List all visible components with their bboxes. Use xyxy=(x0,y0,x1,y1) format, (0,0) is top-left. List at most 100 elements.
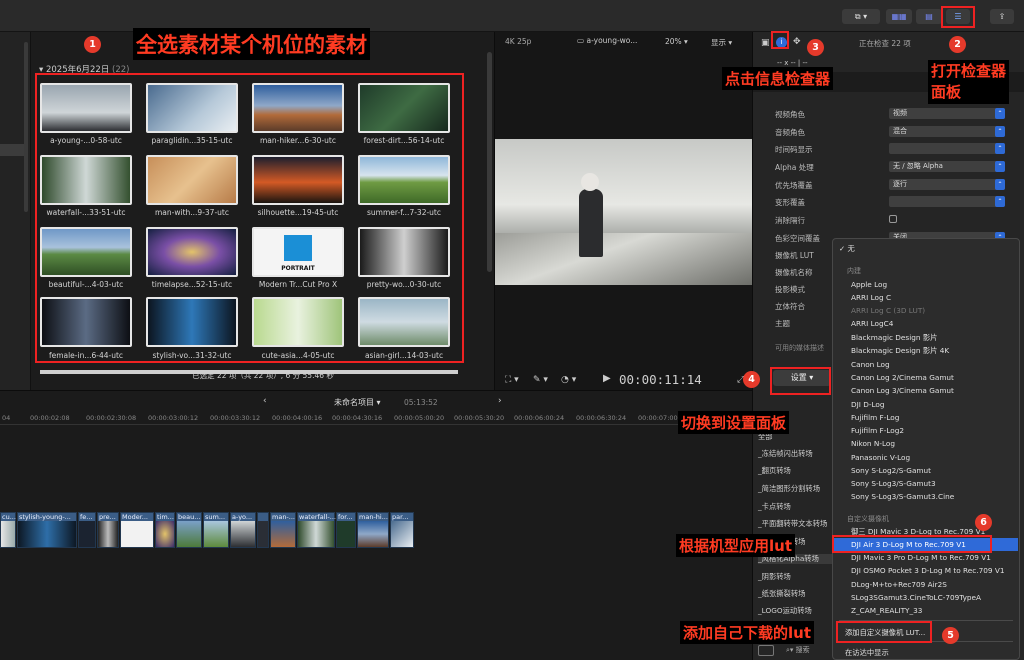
property-label: 立体符合 xyxy=(775,302,805,311)
timeline-clip[interactable]: fe... xyxy=(78,512,96,548)
next-row-hint xyxy=(40,370,458,374)
clip-title: par... xyxy=(392,513,409,521)
menu-item[interactable]: Canon Log 2/Cinema Gamut xyxy=(851,373,954,382)
browser-scrollbar[interactable] xyxy=(487,52,492,272)
property-select[interactable]: 混合 ⌃ xyxy=(889,126,1005,137)
clip-title: waterfall-... xyxy=(299,513,336,521)
property-label: 优先场覆盖 xyxy=(775,181,813,190)
timeline-clip[interactable]: man-hi... xyxy=(357,512,389,548)
property-select[interactable]: 逐行 ⌃ xyxy=(889,179,1005,190)
menu-item[interactable]: DJI D-Log xyxy=(851,400,885,409)
film-icon[interactable]: ▣ xyxy=(761,38,770,48)
step-badge-6: 6 xyxy=(975,514,992,531)
clip-frame xyxy=(391,521,413,547)
share-icon[interactable]: ⇪ xyxy=(990,9,1014,24)
display-menu[interactable]: 显示 ▾ xyxy=(711,37,732,48)
transform-icon[interactable]: ⛶ ▾ xyxy=(505,375,519,385)
menu-item[interactable]: Fujifilm F-Log xyxy=(851,413,899,422)
menu-item[interactable]: Blackmagic Design 影片 xyxy=(851,333,937,343)
clip-frame xyxy=(156,521,174,547)
speed-icon[interactable]: ◔ ▾ xyxy=(561,375,576,385)
clip-title: man-... xyxy=(272,513,295,521)
select-chevron-icon: ⌃ xyxy=(995,143,1005,154)
menu-item[interactable]: Panasonic V-Log xyxy=(851,453,910,462)
timeline-toggle-icon[interactable]: ▤ xyxy=(916,9,942,24)
menu-item[interactable]: Canon Log 3/Cinema Gamut xyxy=(851,386,954,395)
ruler-tick: 00:00:03:30:12 xyxy=(210,414,261,422)
clip-frame xyxy=(358,521,388,547)
menu-item[interactable]: DJI OSMO Pocket 3 D-Log M to Rec.709 V1 xyxy=(851,566,1005,575)
menu-item[interactable]: Apple Log xyxy=(851,280,887,289)
menu-item[interactable]: Sony S-Log3/S-Gamut3 xyxy=(851,479,936,488)
menu-item[interactable]: SLog3SGamut3.CineToLC-709TypeA xyxy=(851,593,981,602)
menu-item[interactable]: Sony S-Log3/S-Gamut3.Cine xyxy=(851,492,954,501)
timeline-clip[interactable] xyxy=(257,512,269,548)
timeline-clip[interactable]: for... xyxy=(336,512,356,548)
browser-toggle-icon[interactable]: ▦▦ xyxy=(886,9,912,24)
project-name: 未命名项目 xyxy=(334,398,374,407)
timeline-clip[interactable]: man-... xyxy=(270,512,296,548)
forward-arrow-icon[interactable]: › xyxy=(498,396,502,406)
viewer: 4K 25p ▭ a-young-wo... 20% ▾ 显示 ▾ ⛶ ▾ ✎ … xyxy=(494,32,753,390)
clip-name-menu[interactable]: ▭ a-young-wo... xyxy=(577,36,637,45)
sidebar-selected-item[interactable] xyxy=(0,144,24,156)
timeline-clip[interactable]: beau... xyxy=(176,512,202,548)
clip-title: beau... xyxy=(178,513,201,521)
transition-item[interactable]: _翻页转场 xyxy=(758,466,838,476)
clip-title: cu... xyxy=(2,513,16,521)
menu-item[interactable]: Fujifilm F-Log2 xyxy=(851,426,904,435)
timeline-ruler[interactable]: 04 00:00:02:08 00:00:02:30:08 00:00:03:0… xyxy=(0,411,752,425)
transition-item[interactable]: _简洁图形分割转场 xyxy=(758,484,838,494)
property-select[interactable]: ⌃ xyxy=(889,196,1005,207)
property-select[interactable]: ⌃ xyxy=(889,143,1005,154)
menu-item[interactable]: Blackmagic Design 影片 4K xyxy=(851,346,949,356)
menu-item[interactable]: DJI Mavic 3 Pro D-Log M to Rec.709 V1 xyxy=(851,553,991,562)
ruler-tick: 00:00:07:00: xyxy=(638,414,680,422)
property-row: 音频角色 混合 ⌃ xyxy=(753,123,1008,140)
property-label: Alpha 处理 xyxy=(775,163,814,172)
menu-item[interactable]: Canon Log xyxy=(851,360,890,369)
zoom-menu[interactable]: 20% ▾ xyxy=(665,37,688,46)
menu-item[interactable]: Z_CAM_REALITY_33 xyxy=(851,606,922,615)
view-options-button[interactable]: ⧉ ▾ xyxy=(842,9,880,24)
search-field[interactable]: ⌕▾ 搜索 xyxy=(786,645,810,655)
property-select[interactable]: 无 / 忽略 Alpha ⌃ xyxy=(889,161,1005,172)
menu-item[interactable]: ARRI LogC4 xyxy=(851,319,893,328)
timeline-clip[interactable]: tim... xyxy=(155,512,175,548)
media-note: 可用的媒体描述 xyxy=(775,344,824,352)
clip-title: Moder... xyxy=(122,513,148,521)
effects-wand-icon[interactable]: ✎ ▾ xyxy=(533,375,548,385)
timeline-clip[interactable]: pre... xyxy=(97,512,119,548)
show-in-finder-item[interactable]: 在访达中显示 xyxy=(845,648,889,658)
ruler-tick: 00:00:06:30:24 xyxy=(576,414,627,422)
timeline-clip[interactable]: sum... xyxy=(203,512,229,548)
transition-item[interactable]: _阴影转场 xyxy=(758,572,838,582)
property-select[interactable]: 视频 ⌃ xyxy=(889,108,1005,119)
sidebar-scrollbar[interactable] xyxy=(24,42,28,212)
menu-item-none[interactable]: ✓ 无 xyxy=(839,244,855,254)
menu-item[interactable]: ARRI Log C xyxy=(851,293,891,302)
back-arrow-icon[interactable]: ‹ xyxy=(263,396,267,406)
timeline-clip[interactable]: par... xyxy=(390,512,414,548)
project-menu[interactable]: 未命名项目 ▾ xyxy=(334,397,381,408)
timeline-clip[interactable]: Moder... xyxy=(120,512,154,548)
timeline-clip[interactable]: waterfall-... xyxy=(297,512,336,548)
timeline-clip[interactable]: cu... xyxy=(0,512,16,548)
menu-item[interactable]: Nikon N-Log xyxy=(851,439,895,448)
annotation-select-clips: 全选素材某个机位的素材 xyxy=(133,28,370,60)
transform-inspector-icon[interactable]: ✥ xyxy=(793,37,801,47)
clip-title: man-hi... xyxy=(359,513,388,521)
transition-item[interactable]: _冻结帧闪出转场 xyxy=(758,449,838,459)
sidebar-toggle-icon[interactable] xyxy=(758,645,774,656)
menu-item[interactable]: Sony S-Log2/S-Gamut xyxy=(851,466,931,475)
transition-item[interactable]: _纸张撕裂转场 xyxy=(758,589,838,599)
transition-item[interactable]: _卡点转场 xyxy=(758,502,838,512)
timecode-display: 00:00:11:14 xyxy=(619,372,702,387)
transition-item[interactable]: _LOGO运动转场 xyxy=(758,606,838,616)
timeline-clip[interactable]: stylish-young-... xyxy=(17,512,77,548)
transition-item[interactable]: _平面翻转带文本转场 xyxy=(758,519,838,529)
deinterlace-checkbox[interactable] xyxy=(889,215,897,223)
menu-item[interactable]: DLog-M+to+Rec709 Air2S xyxy=(851,580,947,589)
play-icon[interactable]: ▶ xyxy=(603,373,611,384)
timeline-clip[interactable]: a-yo... xyxy=(230,512,256,548)
